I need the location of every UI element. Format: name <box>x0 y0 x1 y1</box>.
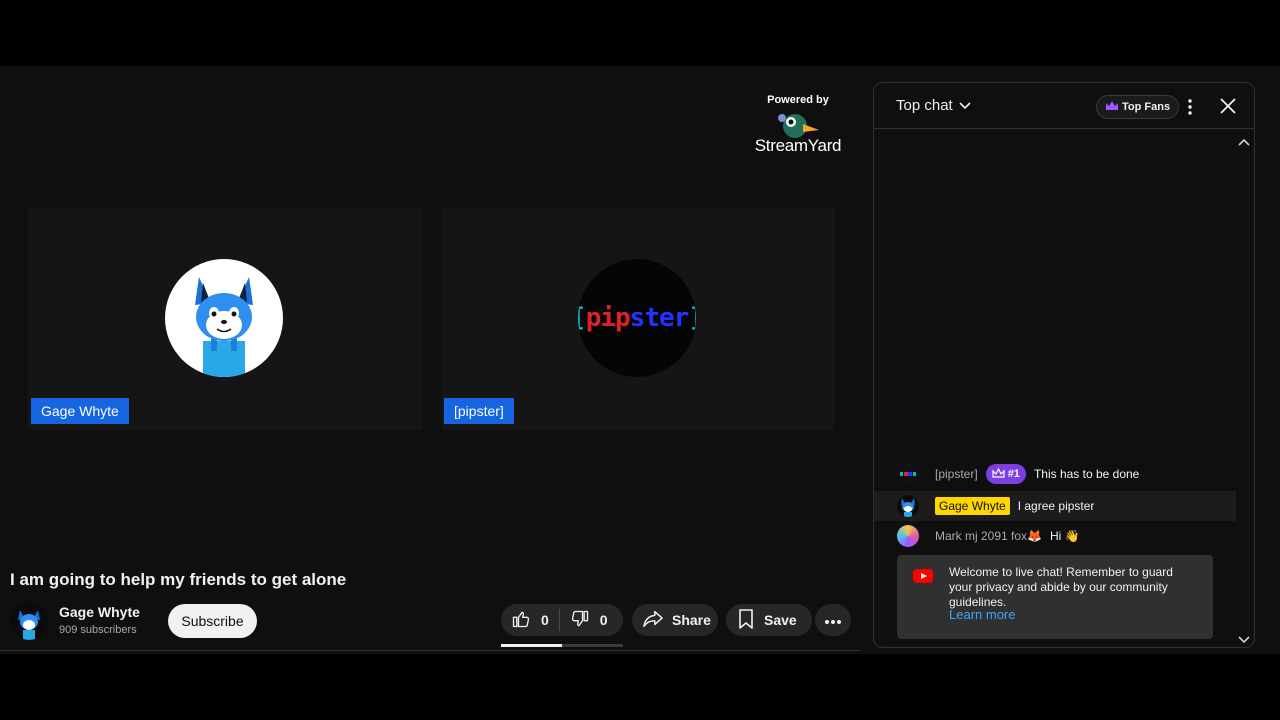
crown-icon <box>992 467 1005 481</box>
stage: Powered by StreamYard Gage Whyte pipster… <box>0 66 1280 654</box>
owner-author-badge[interactable]: Gage Whyte <box>935 497 1010 515</box>
save-label: Save <box>764 612 797 628</box>
like-dislike-group: 0 0 <box>501 604 623 636</box>
fox-avatar <box>165 259 283 377</box>
chevron-down-icon <box>959 97 971 114</box>
share-button[interactable]: Share <box>632 604 718 636</box>
chat-mode-label: Top chat <box>896 97 953 114</box>
channel-avatar[interactable] <box>10 602 48 640</box>
scroll-down-icon[interactable] <box>1238 631 1250 647</box>
learn-more-link[interactable]: Learn more <box>949 607 1015 622</box>
save-button[interactable]: Save <box>726 604 812 636</box>
participant-name-tag: Gage Whyte <box>31 398 129 424</box>
chat-message: Mark mj 2091 fox🦊 Hi 👋 <box>874 521 1236 551</box>
powered-by-text: Powered by <box>767 94 829 106</box>
progress-fill <box>501 644 562 647</box>
live-chat-panel: Top chat Top Fans [pipster] #1 This has … <box>873 82 1255 648</box>
scroll-up-icon[interactable] <box>1238 133 1250 151</box>
dislike-count: 0 <box>599 612 608 628</box>
participant-tile-pipster: [pipster] [pipster] <box>441 208 835 430</box>
chat-avatar[interactable] <box>897 525 919 547</box>
close-icon[interactable] <box>1216 94 1240 118</box>
top-fans-button[interactable]: Top Fans <box>1096 95 1180 119</box>
bookmark-icon <box>738 608 754 632</box>
chat-author[interactable]: Mark mj 2091 fox🦊 <box>935 529 1042 543</box>
youtube-icon <box>913 569 933 583</box>
thumbs-down-icon <box>570 609 590 632</box>
participant-tile-gage: Gage Whyte <box>28 208 422 430</box>
more-horizontal-icon <box>824 612 842 628</box>
crown-icon <box>1105 100 1119 114</box>
progress-track <box>501 644 623 647</box>
more-vertical-icon[interactable] <box>1180 95 1200 119</box>
chat-mode-dropdown[interactable]: Top chat <box>896 97 971 114</box>
like-button[interactable]: 0 <box>501 604 559 636</box>
video-title: I am going to help my friends to get alo… <box>10 570 347 589</box>
top-fans-label: Top Fans <box>1122 101 1171 113</box>
pipster-avatar: [pipster] <box>578 259 696 377</box>
channel-name[interactable]: Gage Whyte <box>59 604 140 620</box>
welcome-text: Welcome to live chat! Remember to guard … <box>949 565 1173 609</box>
chat-text: This has to be done <box>1033 467 1140 481</box>
chat-header: Top chat Top Fans <box>874 83 1254 129</box>
dislike-button[interactable]: 0 <box>560 604 618 636</box>
share-label: Share <box>672 612 711 628</box>
subscribe-button[interactable]: Subscribe <box>168 604 257 638</box>
top-fan-badge: #1 <box>985 464 1026 484</box>
chat-author[interactable]: [pipster] <box>935 467 978 481</box>
bottom-divider <box>0 650 860 651</box>
chat-text: I agree pipster <box>1017 499 1095 513</box>
more-actions-button[interactable] <box>815 604 851 636</box>
welcome-notice: Welcome to live chat! Remember to guard … <box>897 555 1213 639</box>
chat-message: [pipster] #1 This has to be done <box>874 459 1236 489</box>
thumbs-up-icon <box>511 609 531 632</box>
like-count: 0 <box>541 612 549 628</box>
pipster-logo: [pipster] <box>578 303 696 333</box>
chat-avatar[interactable] <box>897 463 919 485</box>
subscriber-count: 909 subscribers <box>59 624 137 636</box>
chat-avatar[interactable] <box>897 495 919 517</box>
streamyard-duck-icon <box>752 110 844 138</box>
video-player[interactable]: Powered by StreamYard Gage Whyte pipster… <box>0 66 860 566</box>
chat-message: Gage Whyte I agree pipster <box>874 491 1236 521</box>
streamyard-branding: Powered by StreamYard <box>752 94 844 156</box>
chat-text: Hi 👋 <box>1049 529 1080 543</box>
share-icon <box>642 609 664 632</box>
participant-name-tag: [pipster] <box>444 398 514 424</box>
